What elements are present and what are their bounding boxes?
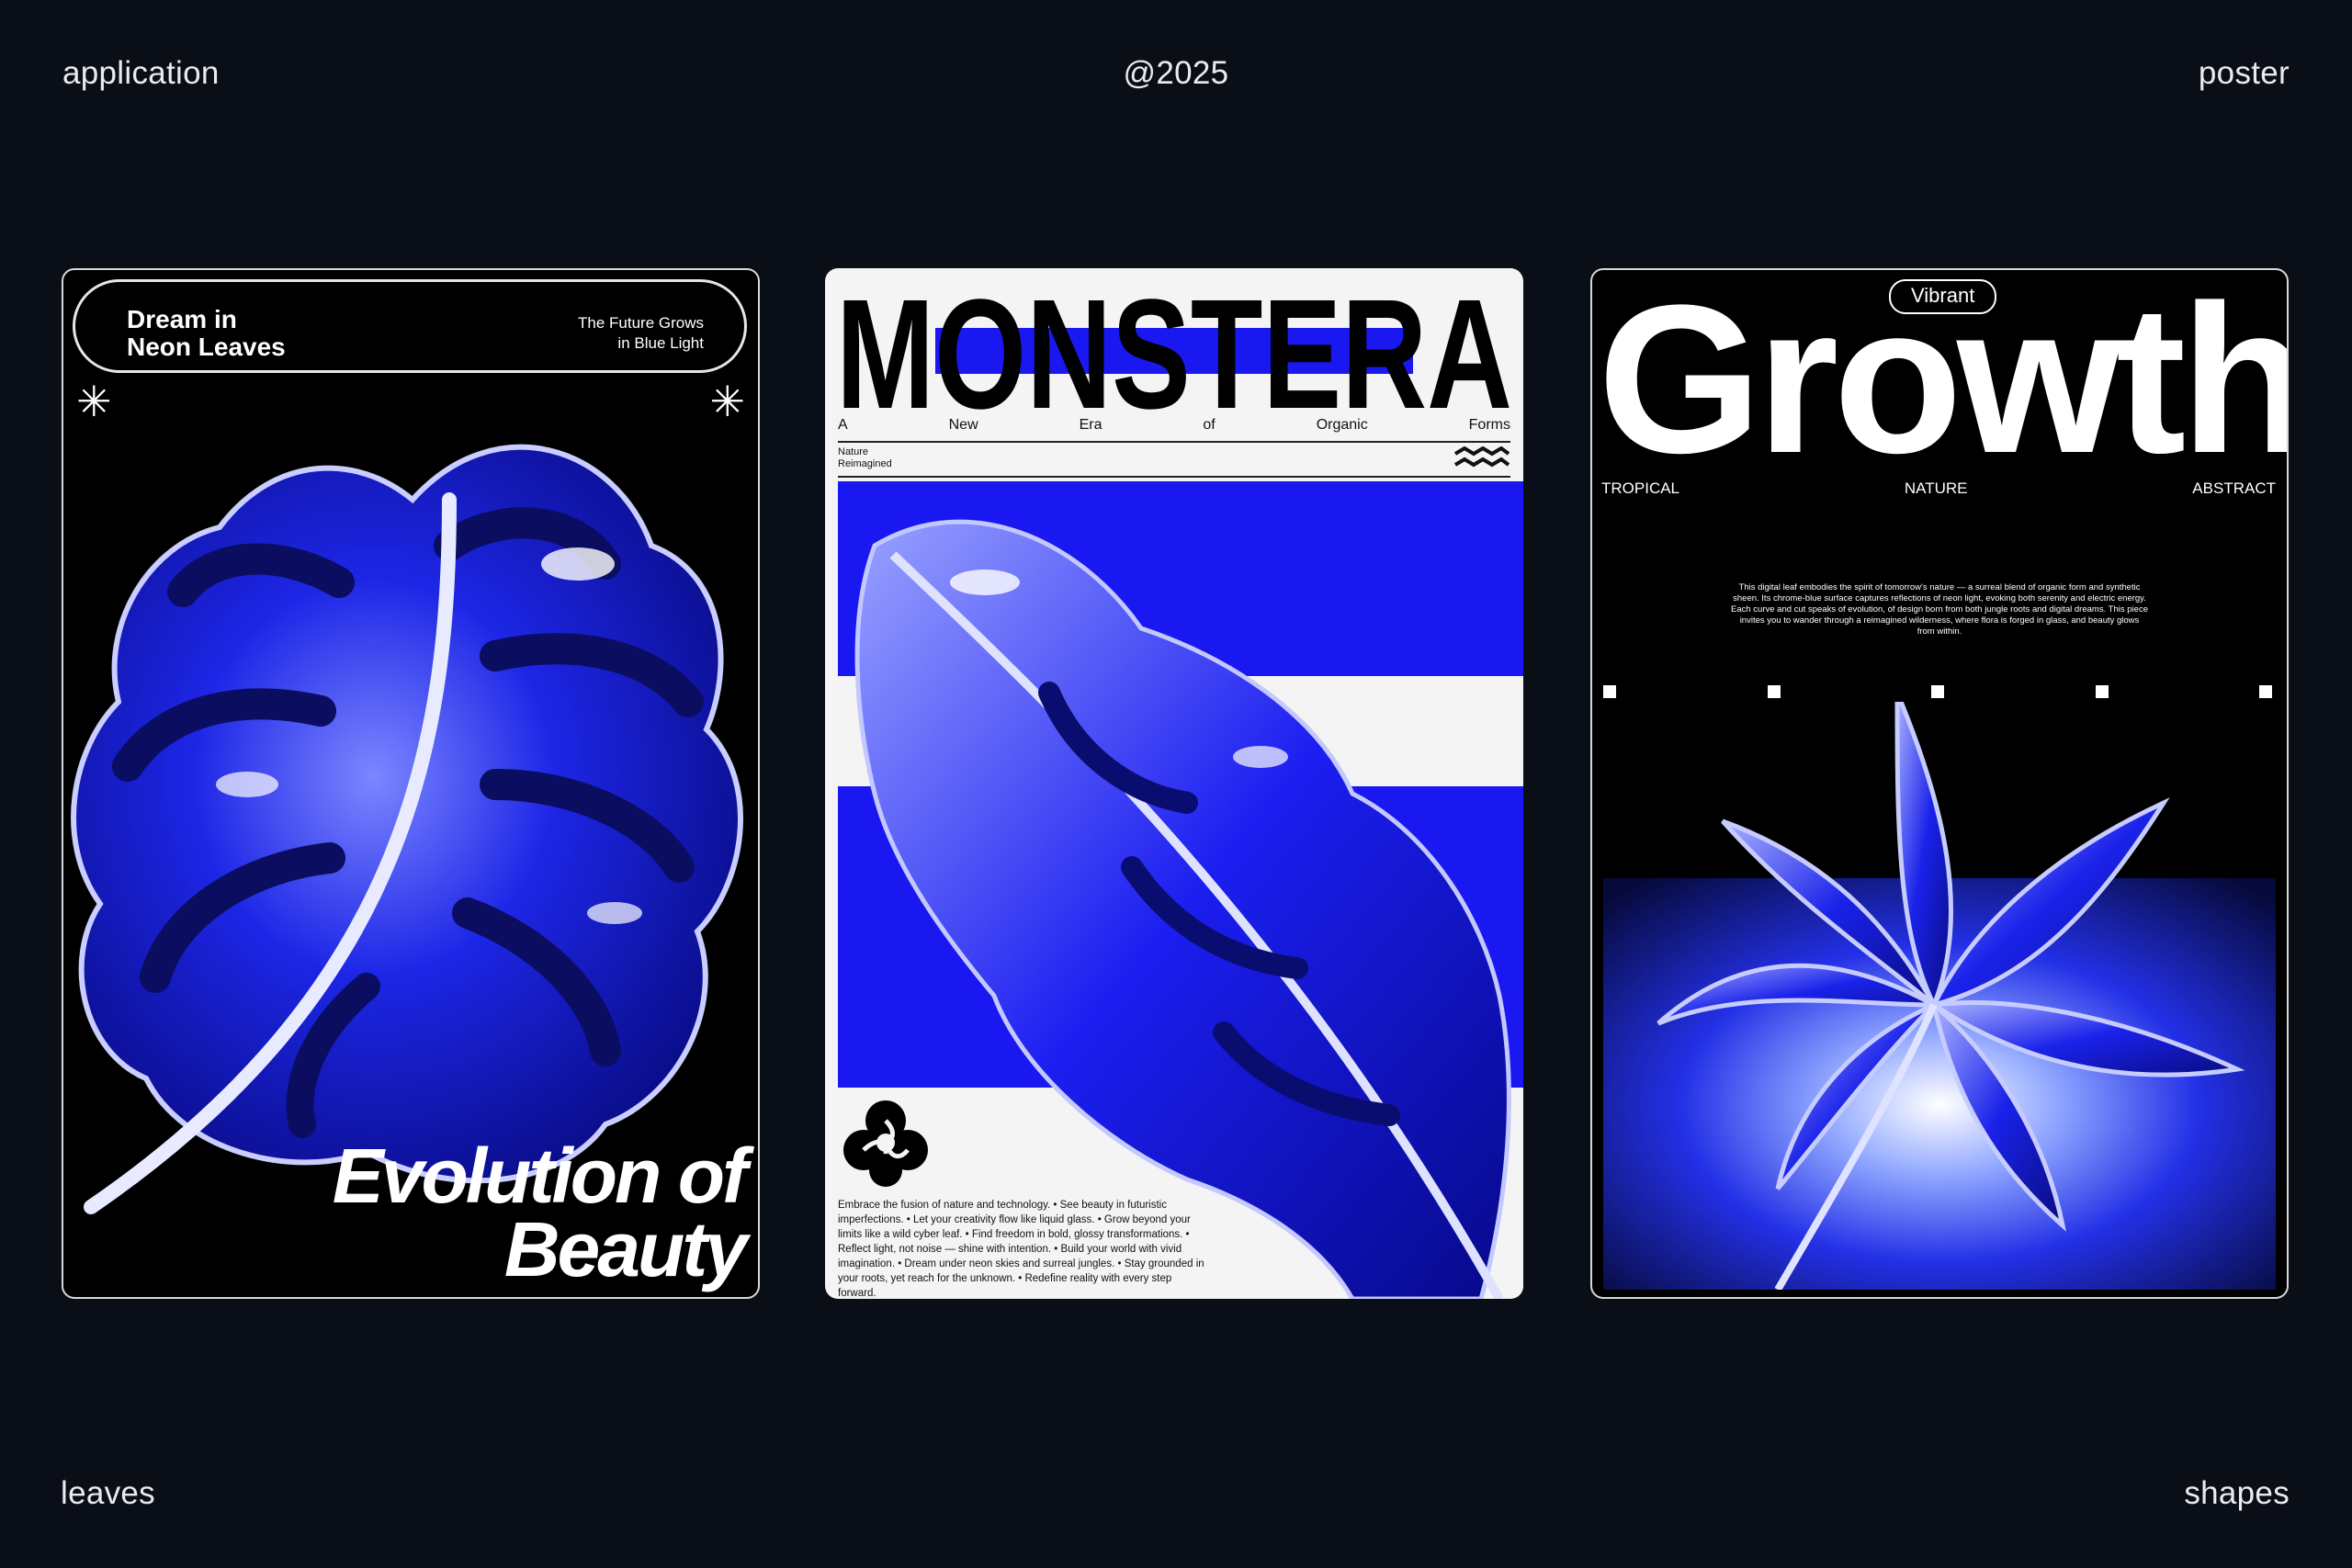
poster1-title: Dream in Neon Leaves <box>127 305 286 361</box>
poster1-subtitle: The Future Grows in Blue Light <box>578 314 704 352</box>
zigzag-icon <box>1453 446 1510 468</box>
square-dot <box>2095 685 2109 698</box>
asterisk-icon: ✳ <box>709 378 745 425</box>
corner-label-leaves: leaves <box>61 1475 155 1511</box>
corner-label-poster: poster <box>2198 55 2290 91</box>
poster2-title-graphic: MONSTERA <box>836 277 1512 415</box>
label-word: ABSTRACT <box>2192 479 2276 497</box>
poster1-headline-line1: Evolution of <box>332 1133 748 1219</box>
tagline-word: of <box>1203 417 1216 433</box>
label-word: NATURE <box>1904 479 1968 497</box>
corner-label-year: @2025 <box>1123 55 1229 91</box>
knot-logo-icon <box>843 1100 928 1187</box>
dot-row <box>1603 685 2272 698</box>
poster2-tagline: A New Era of Organic Forms <box>838 417 1510 434</box>
poster3-leaf-artwork <box>1603 702 2276 1290</box>
tagline-word: Forms <box>1468 417 1510 433</box>
poster-growth: Growth Vibrant TROPICAL NATURE ABSTRACT … <box>1590 268 2289 1299</box>
tagline-word: Era <box>1079 417 1102 433</box>
divider <box>838 441 1510 443</box>
square-dot <box>2259 685 2272 698</box>
square-dot <box>1767 685 1781 698</box>
title-pill: Dream in Neon Leaves The Future Grows in… <box>73 279 747 373</box>
square-dot <box>1931 685 1944 698</box>
square-dot <box>1603 685 1616 698</box>
asterisk-icon: ✳ <box>76 378 112 425</box>
poster3-badge: Vibrant <box>1889 279 1997 314</box>
tagline-word: New <box>948 417 978 433</box>
tagline-word: Organic <box>1316 417 1368 433</box>
poster2-leaf-artwork <box>838 481 1523 1299</box>
corner-label-shapes: shapes <box>2184 1475 2290 1511</box>
poster1-headline: Evolution of Beauty <box>102 1133 748 1292</box>
poster3-description: This digital leaf embodies the spirit of… <box>1731 582 2148 637</box>
poster2-title: MONSTERA <box>836 277 1512 415</box>
poster1-headline-line2: Beauty <box>503 1206 748 1292</box>
poster-monstera: MONSTERA A New Era of Organic Forms Natu… <box>825 268 1523 1299</box>
tagline-word: A <box>838 417 848 433</box>
poster3-labels: TROPICAL NATURE ABSTRACT <box>1601 479 2276 498</box>
poster2-note: Nature Reimagined <box>838 446 892 469</box>
poster2-body: Embrace the fusion of nature and technol… <box>838 1200 1204 1299</box>
divider <box>838 476 1510 478</box>
label-word: TROPICAL <box>1601 479 1680 497</box>
poster-neon-leaves: Dream in Neon Leaves The Future Grows in… <box>62 268 760 1299</box>
